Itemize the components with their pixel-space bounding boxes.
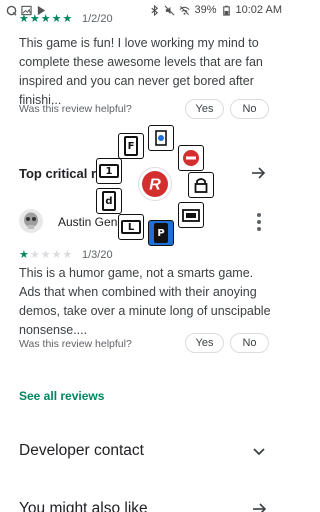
star-icon: ★	[40, 249, 51, 261]
bluetooth-icon	[151, 4, 159, 16]
avatar	[19, 209, 43, 233]
you-might-also-like-title: You might also like	[19, 500, 148, 512]
star-icon: ★	[19, 249, 29, 261]
chevron-down-icon[interactable]	[251, 443, 267, 459]
review1-yes-button[interactable]: Yes	[185, 99, 224, 119]
one-icon: 1	[99, 164, 119, 178]
star-icon: ★	[62, 249, 73, 261]
arrow-right-icon[interactable]	[250, 165, 266, 181]
review1-no-button[interactable]: No	[230, 99, 269, 119]
star-icon: ★	[51, 249, 62, 261]
arrow-right-icon[interactable]	[251, 501, 267, 512]
see-all-reviews-link[interactable]: See all reviews	[19, 389, 104, 403]
star-icon: ★	[29, 249, 40, 261]
review2-helpful-prompt: Was this review helpful?	[19, 338, 132, 350]
review2-date: 1/3/20	[82, 249, 113, 261]
battery-percent: 39%	[194, 4, 217, 16]
review1-helpful-prompt: Was this review helpful?	[19, 103, 132, 115]
wifi-off-icon	[180, 5, 190, 15]
r-logo-icon: R	[142, 171, 168, 197]
launcher-l-tile[interactable]: L	[118, 214, 144, 240]
battery-icon	[222, 5, 230, 16]
review2-yes-button[interactable]: Yes	[185, 333, 224, 353]
launcher-center-logo[interactable]: R	[138, 167, 172, 201]
l-icon: L	[121, 220, 141, 234]
no-entry-icon	[183, 150, 199, 166]
launcher-p-tile[interactable]: P	[148, 220, 174, 246]
f-icon: F	[124, 136, 138, 156]
lock-icon	[194, 178, 208, 193]
review2-rating-stars: ★ ★ ★ ★ ★	[19, 250, 72, 261]
star-icon: ★	[29, 13, 40, 25]
review2-text: This is a humor game, not a smarts game.…	[19, 266, 271, 337]
p-icon: P	[154, 223, 168, 243]
review1-rating-stars: ★ ★ ★ ★ ★	[19, 14, 72, 25]
star-icon: ★	[19, 13, 29, 25]
review1-date: 1/2/20	[82, 13, 113, 25]
svg-text:R: R	[149, 177, 161, 194]
launcher-one-tile[interactable]: 1	[96, 158, 122, 184]
star-icon: ★	[62, 13, 73, 25]
skull-avatar-icon	[19, 209, 43, 233]
review2-author: Austin Gens	[58, 215, 124, 229]
more-options-icon[interactable]	[256, 213, 262, 231]
launcher-f-tile[interactable]: F	[118, 133, 144, 159]
launcher-lock-tile[interactable]	[188, 172, 214, 198]
status-right: 39% 10:02 AM	[149, 4, 282, 16]
d-icon: d	[102, 191, 116, 211]
launcher-d-tile[interactable]: d	[96, 188, 122, 214]
launcher-brightness-tile[interactable]	[148, 125, 174, 151]
review1-text: This game is fun! I love working my mind…	[19, 36, 263, 107]
star-icon: ★	[40, 13, 51, 25]
notification-q-icon	[6, 5, 17, 16]
mute-icon	[165, 5, 175, 15]
review2-no-button[interactable]: No	[230, 333, 269, 353]
launcher-tablet-tile[interactable]	[178, 202, 204, 228]
launcher-no-entry-tile[interactable]	[178, 145, 204, 171]
clock: 10:02 AM	[235, 4, 282, 16]
developer-contact-title[interactable]: Developer contact	[19, 442, 144, 460]
star-icon: ★	[51, 13, 62, 25]
brightness-icon	[155, 130, 167, 146]
tablet-rotate-icon	[182, 209, 200, 222]
